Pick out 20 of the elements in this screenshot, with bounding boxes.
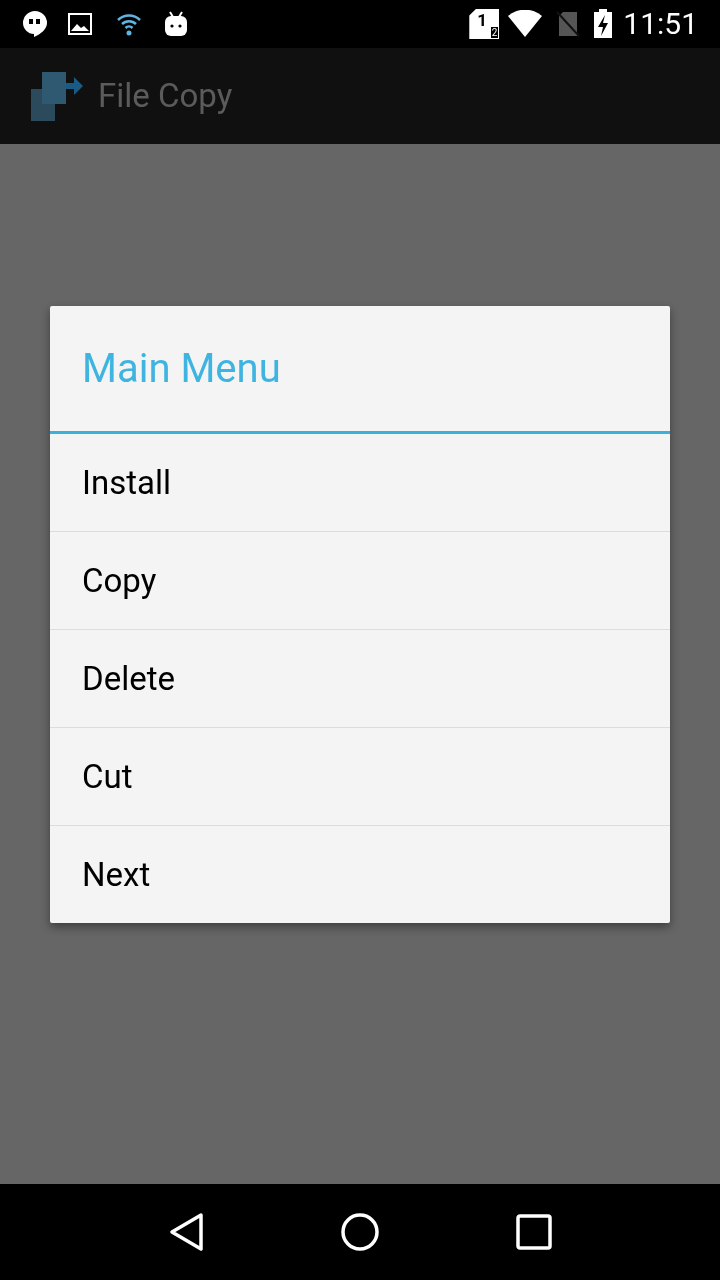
back-icon[interactable] <box>168 1212 204 1252</box>
image-icon <box>68 13 92 35</box>
sim-icon: 1 2 <box>469 9 500 39</box>
battery-charging-icon <box>593 9 614 39</box>
signal-icon <box>507 10 544 38</box>
menu-item[interactable]: Install <box>50 434 670 531</box>
recent-apps-icon[interactable] <box>516 1214 552 1250</box>
wifi-icon <box>116 12 142 36</box>
home-icon[interactable] <box>340 1212 380 1252</box>
no-sim-icon <box>555 10 582 38</box>
app-title: File Copy <box>98 75 233 118</box>
dialog-title: Main Menu <box>82 343 281 394</box>
clock-time: 11:51 <box>623 9 698 39</box>
menu-item[interactable]: Copy <box>50 532 670 629</box>
chat-bubble-icon <box>22 10 48 38</box>
menu-item[interactable]: Delete <box>50 630 670 727</box>
copy-arrow-icon <box>30 69 84 123</box>
android-icon <box>164 11 188 37</box>
menu-item[interactable]: Cut <box>50 728 670 825</box>
menu-item[interactable]: Next <box>50 826 670 923</box>
